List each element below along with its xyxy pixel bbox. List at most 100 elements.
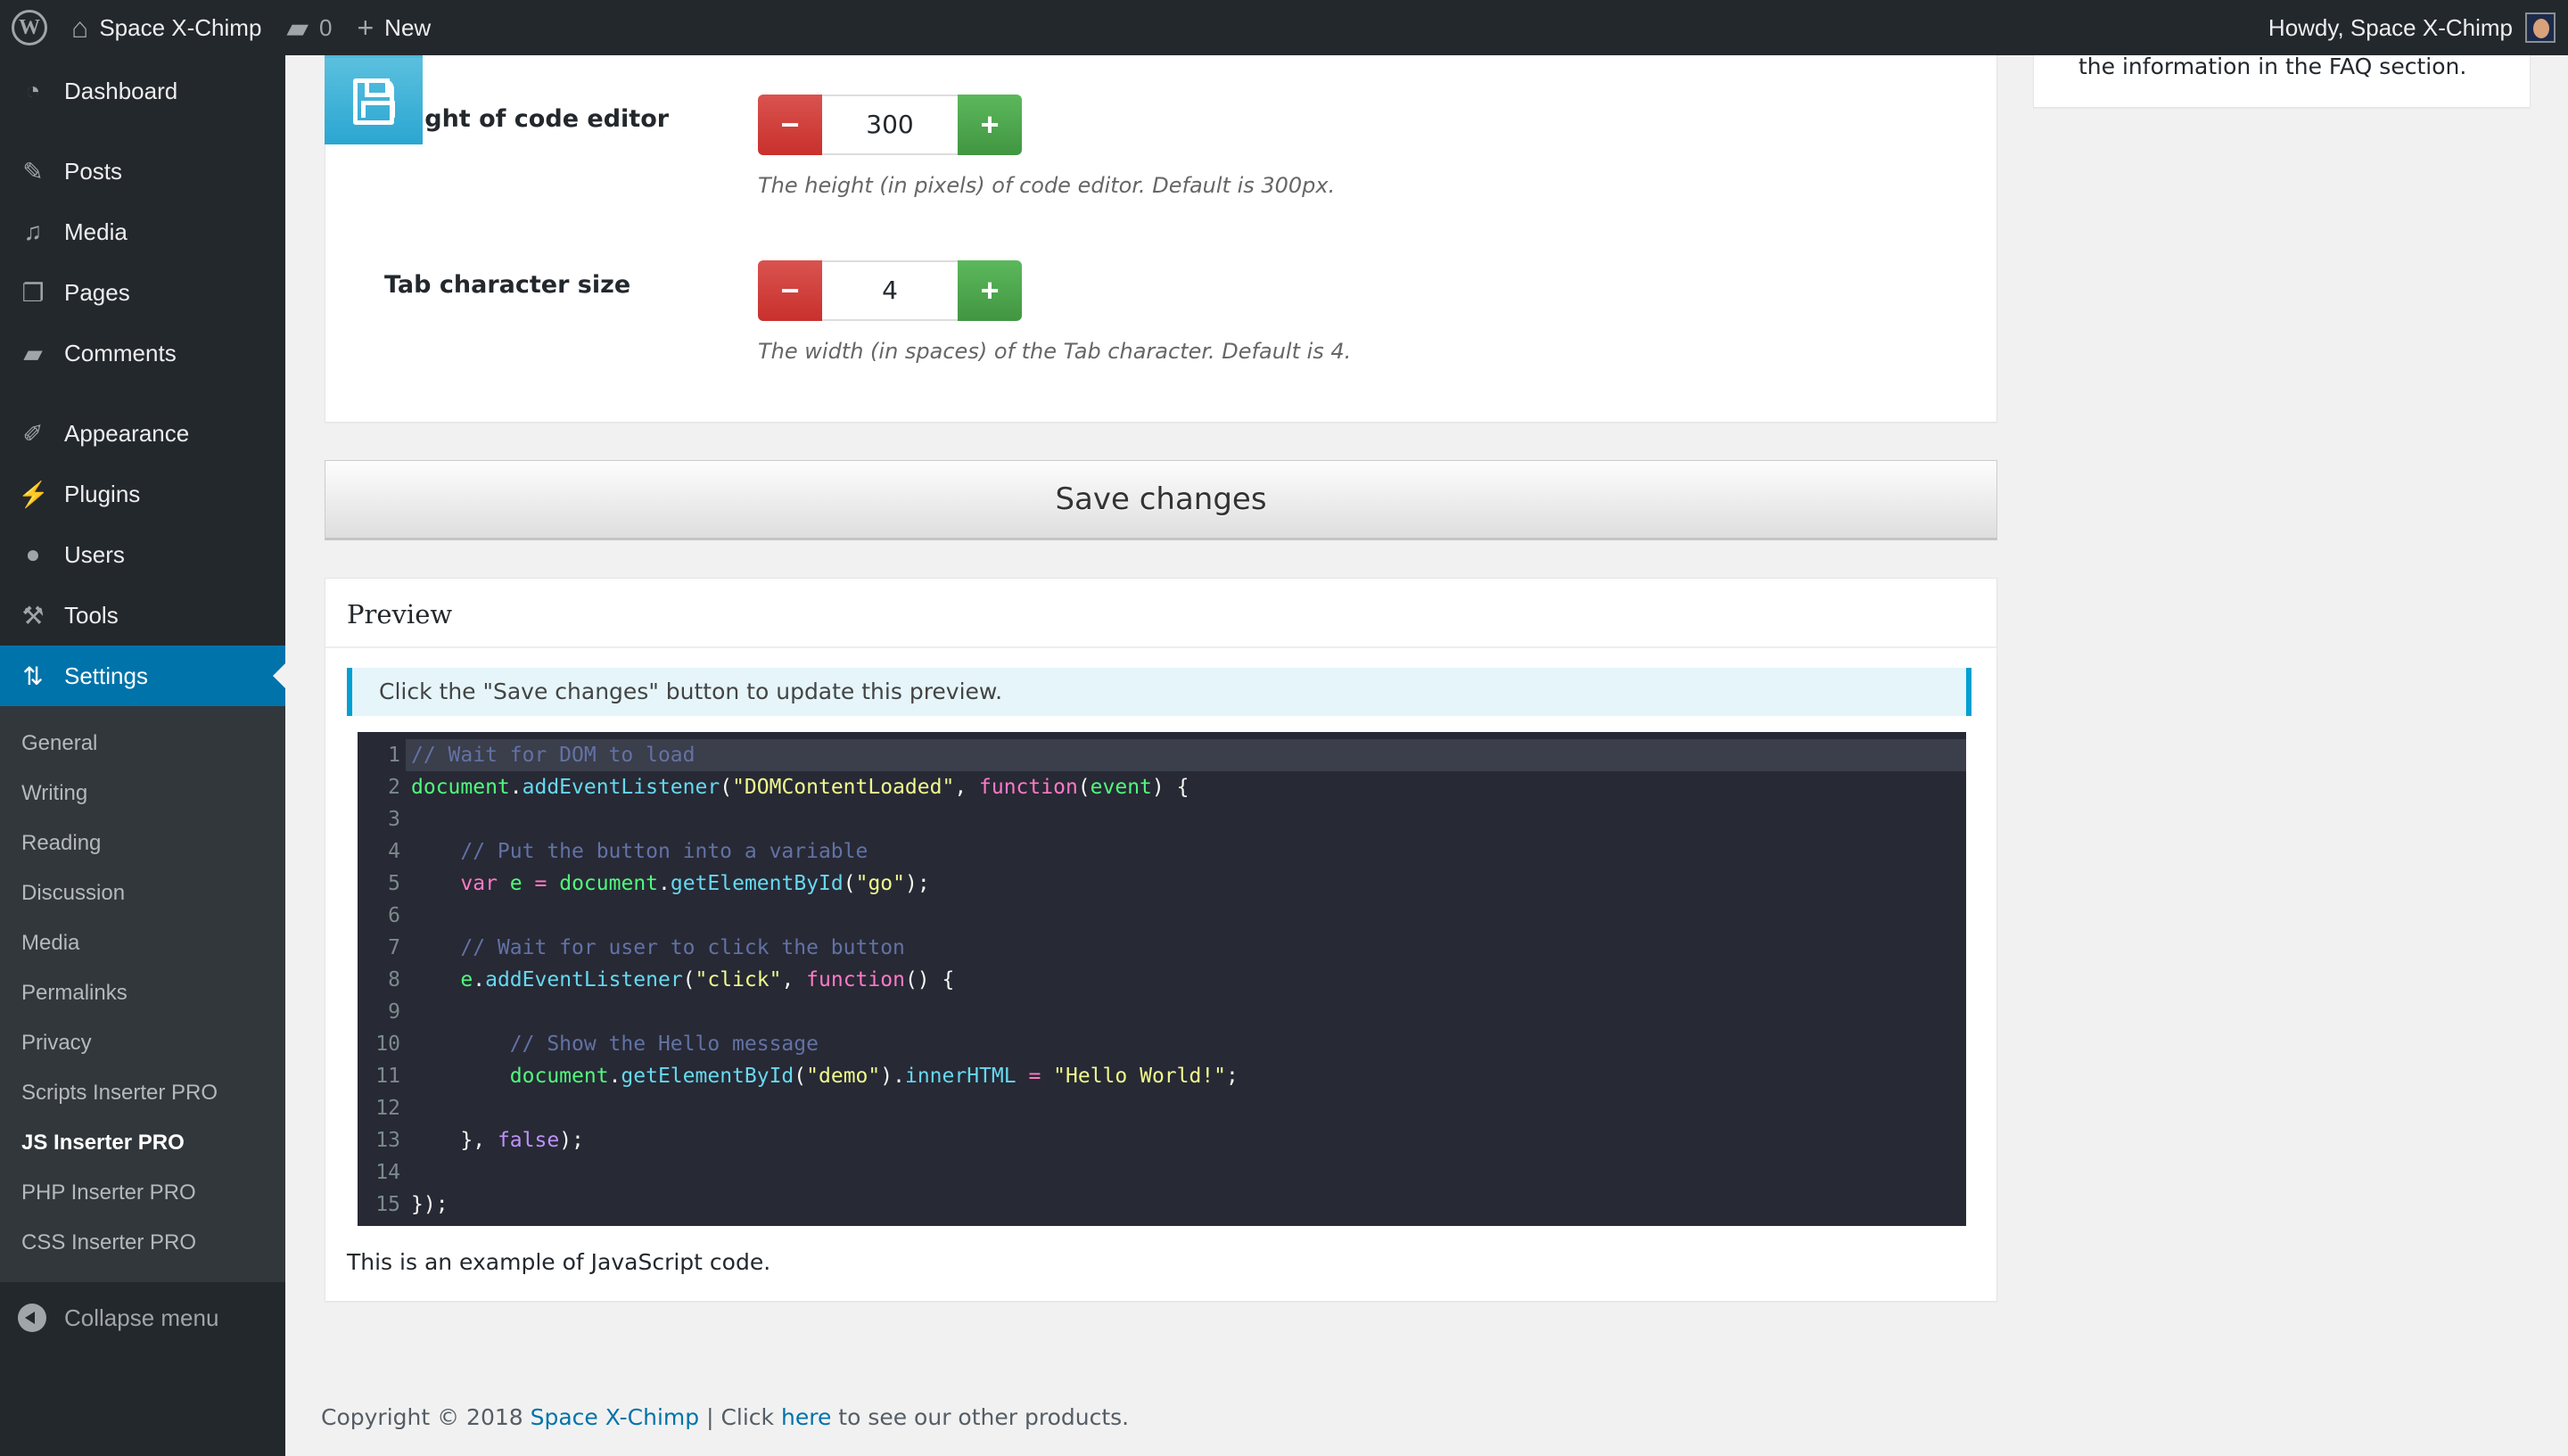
media-icon: ♫ [23,218,43,245]
line-number: 14 [375,1161,400,1184]
sidebar-item-dashboard[interactable]: ◔ Dashboard [0,61,285,121]
sidebar-item-appearance[interactable]: ✐ Appearance [0,403,285,464]
setting-label: ight of code editor [416,105,670,133]
code-line: 10 // Show the Hello message [358,1028,1966,1060]
tab-size-stepper: − 4 + [758,260,1022,321]
collapse-menu-label: Collapse menu [64,1304,219,1331]
submenu-discussion[interactable]: Discussion [0,868,285,918]
pages-icon: ❐ [21,278,45,307]
sidebar-item-label: Dashboard [64,77,178,104]
my-account-menu[interactable]: Howdy, Space X-Chimp [2268,12,2568,43]
line-content [406,996,1966,1028]
line-content [406,1092,1966,1124]
sidebar-item-posts[interactable]: ✎ Posts [0,141,285,202]
line-content [406,900,1966,932]
floppy-disk-icon [353,78,395,125]
code-line: 1 // Wait for DOM to load [358,739,1966,771]
line-number: 11 [375,1065,400,1088]
sidebar-item-comments[interactable]: ▰ Comments [0,323,285,383]
wordpress-menu[interactable]: W [0,0,59,55]
save-changes-button[interactable]: Save changes [325,460,1997,540]
submenu-media[interactable]: Media [0,918,285,968]
sidebar-item-media[interactable]: ♫ Media [0,202,285,262]
comment-icon: ▰ [286,12,309,44]
code-line: 2 document.addEventListener("DOMContentLo… [358,771,1966,803]
code-line: 7 // Wait for user to click the button [358,932,1966,964]
submenu-permalinks[interactable]: Permalinks [0,968,285,1018]
line-number: 9 [388,1000,400,1024]
comments-link[interactable]: ▰ 0 [274,0,344,55]
line-number: 3 [388,808,400,831]
line-content: var e = document.getElementById("go"); [460,872,930,895]
submenu-css-inserter-pro[interactable]: CSS Inserter PRO [0,1218,285,1268]
code-line: 6 [358,900,1966,932]
line-number: 7 [388,936,400,959]
submenu-scripts-inserter-pro[interactable]: Scripts Inserter PRO [0,1068,285,1118]
avatar [2525,12,2556,43]
line-number: 13 [375,1129,400,1152]
howdy-text: Howdy, Space X-Chimp [2268,13,2513,41]
setting-label: Tab character size [384,271,631,299]
submenu-privacy[interactable]: Privacy [0,1018,285,1068]
sidebar-item-users[interactable]: ● Users [0,524,285,585]
settings-icon: ⇅ [22,662,44,690]
code-line: 12 [358,1092,1966,1124]
code-line: 13 }, false); [358,1124,1966,1156]
sidebar-item-label: Comments [64,339,177,366]
submenu-php-inserter-pro[interactable]: PHP Inserter PRO [0,1168,285,1218]
line-number: 1 [388,744,400,767]
decrement-button[interactable]: − [758,95,822,155]
line-number: 10 [375,1032,400,1056]
increment-button[interactable]: + [958,95,1022,155]
user-icon: ● [25,540,41,568]
site-name-link[interactable]: ⌂ Space X-Chimp [59,0,274,55]
line-content: }); [411,1193,449,1216]
footer-copyright: Copyright © 2018 [321,1404,531,1430]
setting-description: The width (in spaces) of the Tab charact… [758,339,1352,364]
code-line: 9 [358,996,1966,1028]
sidebar-item-settings[interactable]: ⇅ Settings [0,646,285,706]
faq-info-text: the information in the FAQ section. [2078,53,2467,79]
sidebar-item-plugins[interactable]: ⚡ Plugins [0,464,285,524]
tab-size-input[interactable]: 4 [822,260,958,321]
line-number: 12 [375,1097,400,1120]
wrench-icon: ⚒ [21,601,45,629]
line-content: // Wait for user to click the button [460,936,905,959]
line-content: }, false); [411,1129,584,1152]
collapse-menu-button[interactable]: Collapse menu [0,1289,285,1346]
sidebar-item-pages[interactable]: ❐ Pages [0,262,285,323]
decrement-button[interactable]: − [758,260,822,321]
footer-text: to see our other products. [831,1404,1130,1430]
other-products-link[interactable]: here [781,1404,831,1430]
line-content [406,803,1966,835]
editor-height-input[interactable]: 300 [822,95,958,155]
sidebar-item-label: Settings [64,662,148,689]
preview-notice: Click the "Save changes" button to updat… [347,668,1971,716]
editor-height-stepper: − 300 + [758,95,1022,155]
sidebar-item-label: Appearance [64,419,190,447]
brand-link[interactable]: Space X-Chimp [531,1404,700,1430]
code-editor-preview[interactable]: 1 // Wait for DOM to load 2 document.addEve… [358,732,1966,1226]
submenu-writing[interactable]: Writing [0,769,285,818]
line-content: // Show the Hello message [509,1032,819,1056]
code-line: 5 var e = document.getElementById("go"); [358,868,1966,900]
line-number: 6 [388,904,400,927]
submenu-js-inserter-pro[interactable]: JS Inserter PRO [0,1118,285,1168]
new-label: New [384,13,432,41]
admin-bar: W ⌂ Space X-Chimp ▰ 0 + New Howdy, Space… [0,0,2568,55]
preview-title: Preview [325,579,1996,648]
increment-button[interactable]: + [958,260,1022,321]
floating-save-button[interactable] [325,55,423,144]
line-number: 2 [388,776,400,799]
code-line: 4 // Put the button into a variable [358,835,1966,868]
admin-sidebar: ◔ Dashboard ✎ Posts ♫ Media ❐ Pages ▰ Co… [0,55,285,1456]
faq-info-box: the information in the FAQ section. [2033,53,2531,108]
collapse-arrow-icon [18,1304,46,1332]
preview-caption: This is an example of JavaScript code. [347,1249,771,1275]
sidebar-item-label: Plugins [64,480,141,507]
submenu-general[interactable]: General [0,719,285,769]
sidebar-item-tools[interactable]: ⚒ Tools [0,585,285,646]
line-content [406,1156,1966,1189]
submenu-reading[interactable]: Reading [0,818,285,868]
new-content-menu[interactable]: + New [344,0,443,55]
